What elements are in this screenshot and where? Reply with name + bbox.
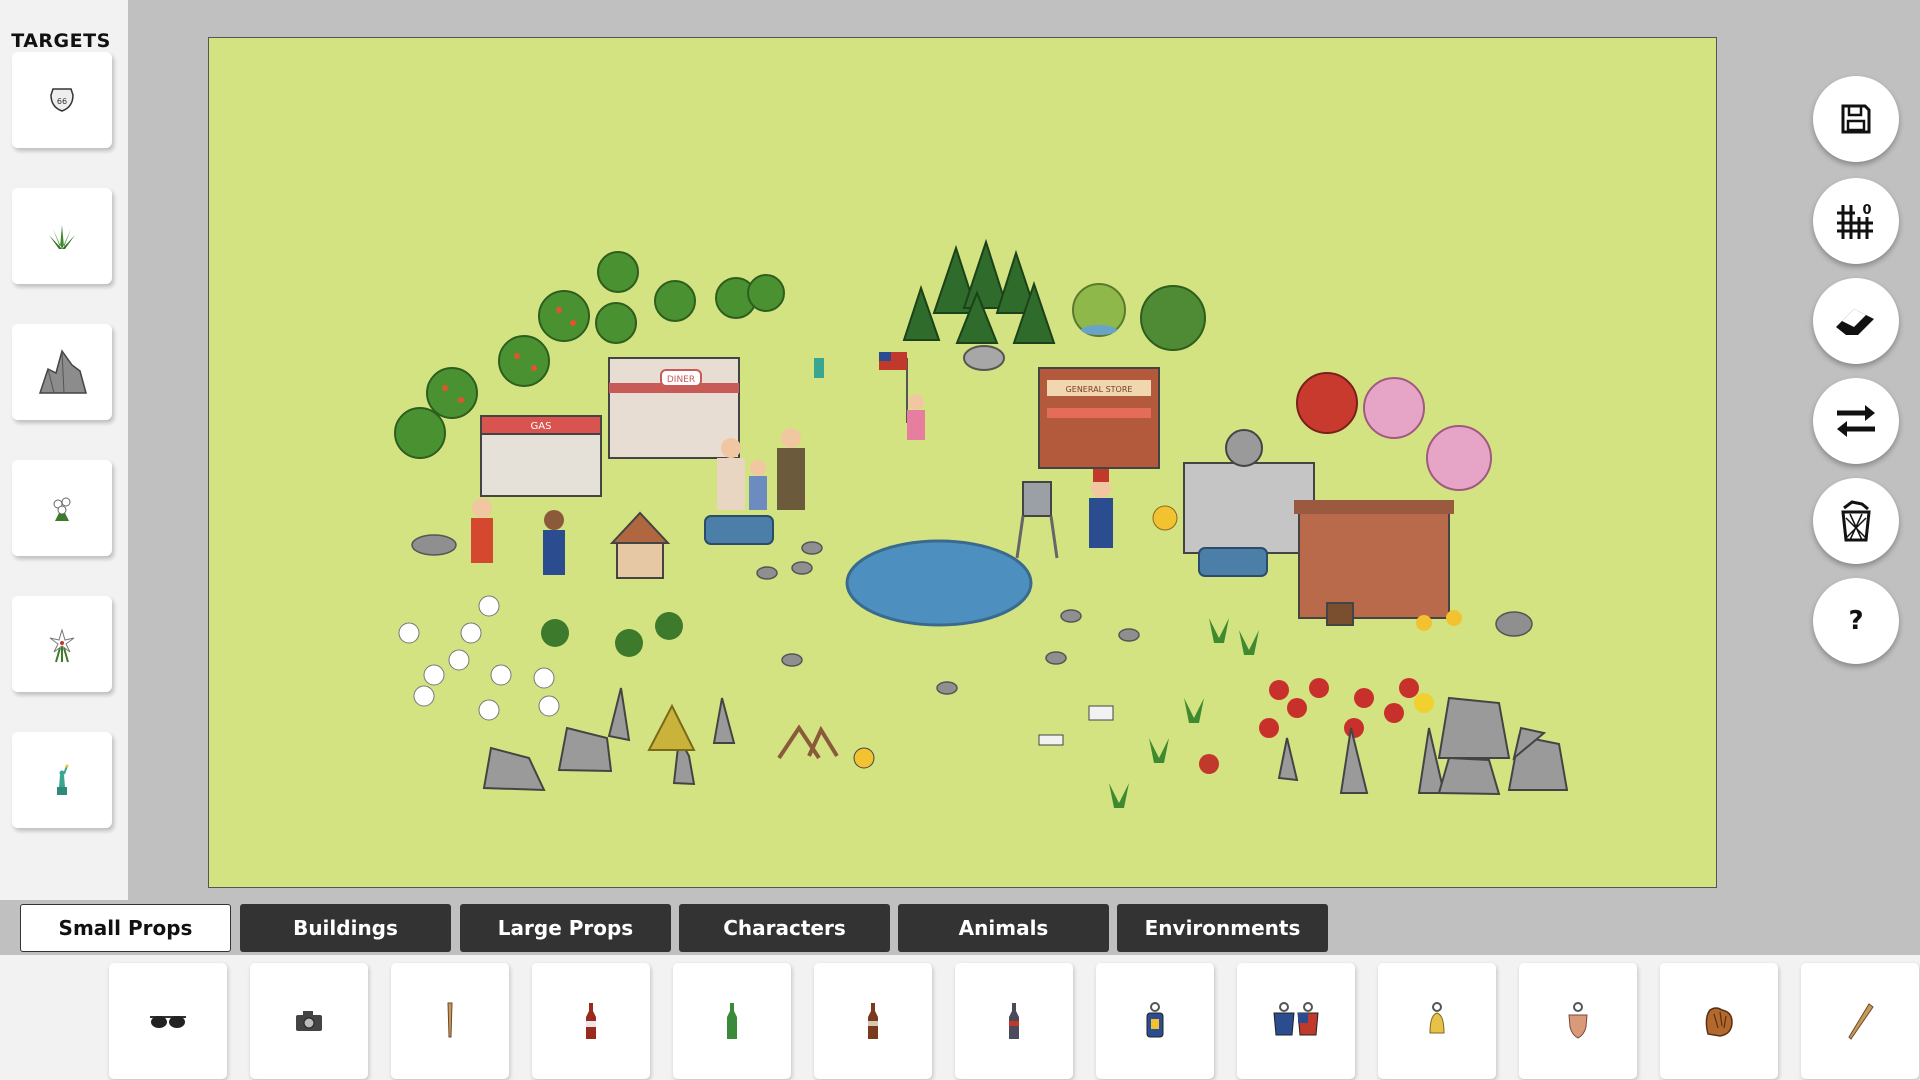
diner: DINER [608, 357, 740, 459]
tab-characters[interactable]: Characters [679, 904, 890, 952]
general-store: GENERAL STORE [1038, 367, 1160, 469]
target-liberty-statue[interactable] [12, 732, 112, 828]
red-flower-bed [1259, 678, 1419, 738]
prop-keychain-pair[interactable] [1237, 963, 1355, 1079]
prop-dark-bottle[interactable] [955, 963, 1073, 1079]
shield-keychain-icon [1568, 1002, 1588, 1039]
eraser-icon [1836, 309, 1874, 335]
rock-formations [482, 687, 1569, 796]
baseball-bat-icon [447, 1002, 453, 1038]
green-bottle-icon [727, 1003, 737, 1039]
floppy-disk-icon [1841, 104, 1871, 134]
brown-bottle-icon [868, 1003, 878, 1039]
tab-buildings[interactable]: Buildings [240, 904, 451, 952]
prop-baseball-glove[interactable] [1660, 963, 1778, 1079]
swap-arrows-icon [1837, 405, 1875, 437]
dark-bottle-icon [1009, 1003, 1019, 1039]
white-flowers-icon [53, 497, 71, 521]
prop-keychain[interactable] [1096, 963, 1214, 1079]
brick-building [1294, 500, 1454, 619]
svg-text:DINER: DINER [667, 375, 695, 385]
rock-icon [38, 349, 87, 394]
camera-icon [296, 1011, 322, 1031]
tab-environments[interactable]: Environments [1117, 904, 1328, 952]
target-grass[interactable] [12, 188, 112, 284]
baseball-glove-icon [1705, 1007, 1733, 1037]
help-icon: ? [1848, 606, 1864, 636]
keychain-pair-icon [1273, 1002, 1319, 1036]
scene-illustration: GAS DINER GENERAL STORE [394, 238, 1569, 808]
prop-green-bottle[interactable] [673, 963, 791, 1079]
targets-title: TARGETS [11, 30, 111, 52]
prop-cola-bottle[interactable] [532, 963, 650, 1079]
target-route-shield[interactable]: 66 [12, 52, 112, 148]
grid-size-badge: 0 [1862, 203, 1871, 218]
delete-button[interactable] [1813, 478, 1899, 564]
tab-animals[interactable]: Animals [898, 904, 1109, 952]
grid-toggle-button[interactable]: 0 [1813, 178, 1899, 264]
eraser-button[interactable] [1813, 278, 1899, 364]
pine-cluster [902, 238, 1056, 344]
svg-text:66: 66 [57, 97, 67, 106]
tab-large-props[interactable]: Large Props [460, 904, 671, 952]
swap-button[interactable] [1813, 378, 1899, 464]
route-shield-icon: 66 [50, 88, 74, 112]
scene-canvas[interactable]: GAS DINER GENERAL STORE [208, 37, 1717, 888]
svg-text:GAS: GAS [531, 421, 552, 432]
trash-icon [1841, 500, 1871, 542]
prop-tray [0, 955, 1920, 1080]
grid-icon: 0 [1837, 203, 1873, 239]
save-button[interactable] [1813, 76, 1899, 162]
targets-panel: TARGETS 66 [0, 0, 128, 900]
prop-sunglasses[interactable] [109, 963, 227, 1079]
target-lily[interactable] [12, 596, 112, 692]
prop-baseball-bat[interactable] [391, 963, 509, 1079]
white-flower-bed [398, 595, 560, 721]
target-rock[interactable] [12, 324, 112, 420]
grass-tuft-icon [49, 225, 75, 249]
prop-shield-keychain[interactable] [1519, 963, 1637, 1079]
keychain-icon [1146, 1002, 1164, 1038]
help-button[interactable]: ? [1813, 578, 1899, 664]
prop-brown-bottle[interactable] [814, 963, 932, 1079]
lily-icon [49, 628, 75, 663]
bell-keychain-icon [1429, 1002, 1445, 1034]
cola-bottle-icon [586, 1003, 596, 1039]
svg-text:GENERAL STORE: GENERAL STORE [1066, 385, 1133, 394]
courthouse [1183, 429, 1315, 554]
prop-bell-keychain[interactable] [1378, 963, 1496, 1079]
gazebo [609, 511, 671, 579]
gas-station: GAS [480, 415, 602, 497]
statue-of-liberty-icon [57, 764, 69, 795]
tab-small-props[interactable]: Small Props [20, 904, 231, 952]
sunglasses-icon [150, 1016, 186, 1028]
prop-camera[interactable] [250, 963, 368, 1079]
shrubs [541, 612, 683, 657]
bat-icon [1848, 1003, 1874, 1040]
target-white-flowers[interactable] [12, 460, 112, 556]
prop-bat[interactable] [1801, 963, 1919, 1079]
